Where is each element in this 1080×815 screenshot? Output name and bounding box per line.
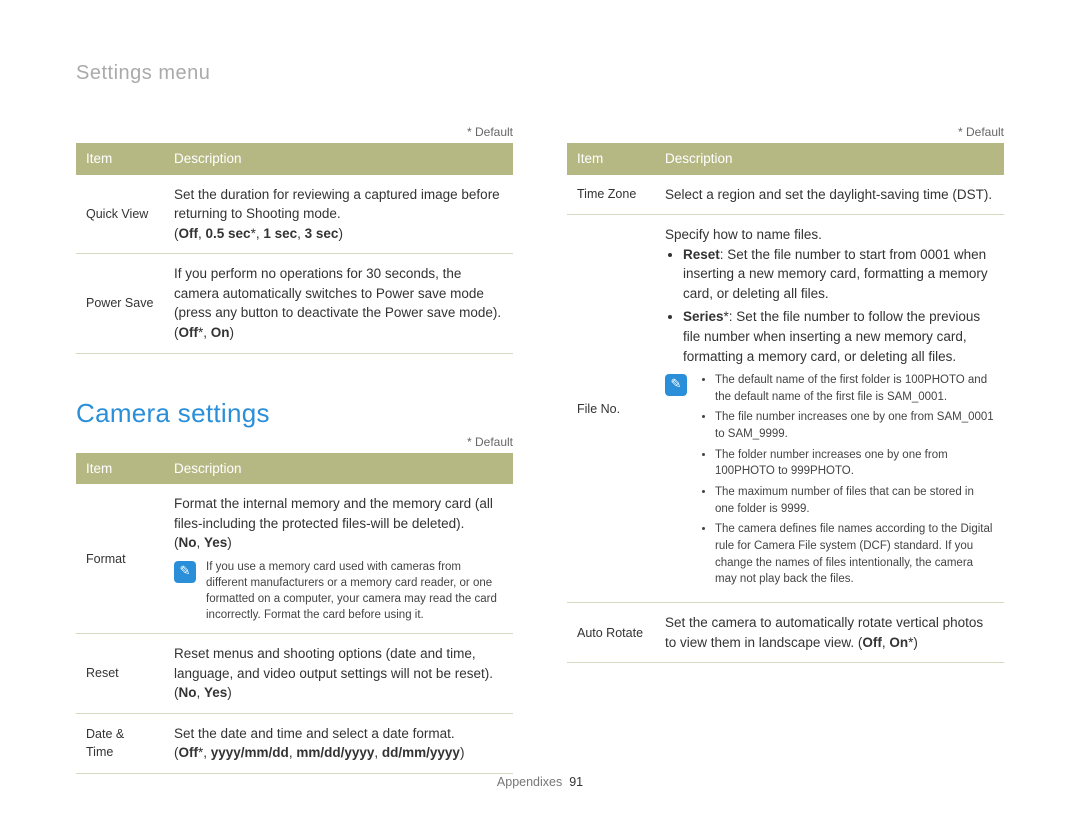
desc-text: Select a region and set the daylight-sav…	[665, 187, 992, 202]
table-header-row: Item Description	[567, 143, 1004, 175]
desc-text: Reset menus and shooting options (date a…	[174, 646, 493, 681]
item-label: Auto Rotate	[567, 603, 655, 663]
table-row: Auto Rotate Set the camera to automatica…	[567, 603, 1004, 663]
item-desc: Set the date and time and select a date …	[164, 713, 513, 773]
left-column: * Default Item Description Quick View Se…	[76, 125, 513, 774]
list-item: The maximum number of files that can be …	[715, 484, 994, 517]
table-row: Power Save If you perform no operations …	[76, 254, 513, 353]
desc-text: If you perform no operations for 30 seco…	[174, 266, 501, 340]
item-desc: If you perform no operations for 30 seco…	[164, 254, 513, 353]
desc-text: Set the date and time and select a date …	[174, 726, 455, 741]
default-label-right: * Default	[567, 125, 1004, 139]
right-column: * Default Item Description Time Zone Sel…	[567, 125, 1004, 774]
th-item: Item	[567, 143, 655, 175]
page-number: 91	[569, 775, 583, 789]
item-label: Power Save	[76, 254, 164, 353]
item-label: Time Zone	[567, 175, 655, 215]
table-row: Date & Time Set the date and time and se…	[76, 713, 513, 773]
item-desc: Specify how to name files. Reset: Set th…	[655, 215, 1004, 603]
table-row: Reset Reset menus and shooting options (…	[76, 634, 513, 714]
options-text: (Off, 0.5 sec*, 1 sec, 3 sec)	[174, 226, 343, 241]
options-text: (No, Yes)	[174, 535, 232, 550]
list-item: The folder number increases one by one f…	[715, 447, 994, 480]
options-text: (Off*, yyyy/mm/dd, mm/dd/yyyy, dd/mm/yyy…	[174, 745, 464, 760]
th-item: Item	[76, 453, 164, 485]
table-left-bottom: Item Description Format Format the inter…	[76, 453, 513, 774]
list-item: Reset: Set the file number to start from…	[683, 245, 994, 304]
th-description: Description	[164, 453, 513, 485]
item-label: Format	[76, 484, 164, 634]
item-desc: Set the camera to automatically rotate v…	[655, 603, 1004, 663]
item-desc: Format the internal memory and the memor…	[164, 484, 513, 634]
default-label-left-top: * Default	[76, 125, 513, 139]
table-row: File No. Specify how to name files. Rese…	[567, 215, 1004, 603]
list-item: The camera defines file names according …	[715, 521, 994, 588]
list-item: The default name of the first folder is …	[715, 372, 994, 405]
section-heading: Camera settings	[76, 398, 513, 429]
default-label-left-bottom: * Default	[76, 435, 513, 449]
breadcrumb: Settings menu	[76, 62, 1004, 85]
desc-text: Set the camera to automatically rotate v…	[665, 615, 983, 650]
note-icon	[174, 561, 196, 583]
note-text: If you use a memory card used with camer…	[206, 559, 503, 623]
th-item: Item	[76, 143, 164, 175]
list-item: Series*: Set the file number to follow t…	[683, 307, 994, 366]
page-footer: Appendixes 91	[0, 775, 1080, 789]
desc-text: Specify how to name files.	[665, 227, 822, 242]
item-label: Date & Time	[76, 713, 164, 773]
th-description: Description	[655, 143, 1004, 175]
table-row: Time Zone Select a region and set the da…	[567, 175, 1004, 215]
item-desc: Set the duration for reviewing a capture…	[164, 175, 513, 254]
note-bullet-list: The default name of the first folder is …	[697, 372, 994, 592]
table-row: Quick View Set the duration for reviewin…	[76, 175, 513, 254]
item-desc: Reset menus and shooting options (date a…	[164, 634, 513, 714]
bullet-list: Reset: Set the file number to start from…	[665, 245, 994, 366]
footer-section: Appendixes	[497, 775, 562, 789]
item-label: File No.	[567, 215, 655, 603]
item-desc: Select a region and set the daylight-sav…	[655, 175, 1004, 215]
th-description: Description	[164, 143, 513, 175]
table-row: Format Format the internal memory and th…	[76, 484, 513, 634]
table-header-row: Item Description	[76, 453, 513, 485]
list-item: The file number increases one by one fro…	[715, 409, 994, 442]
table-right: Item Description Time Zone Select a regi…	[567, 143, 1004, 663]
options-text: (No, Yes)	[174, 685, 232, 700]
table-header-row: Item Description	[76, 143, 513, 175]
item-label: Quick View	[76, 175, 164, 254]
table-left-top: Item Description Quick View Set the dura…	[76, 143, 513, 354]
desc-text: Format the internal memory and the memor…	[174, 496, 493, 531]
item-label: Reset	[76, 634, 164, 714]
note-icon	[665, 374, 687, 396]
desc-text: Set the duration for reviewing a capture…	[174, 187, 500, 222]
